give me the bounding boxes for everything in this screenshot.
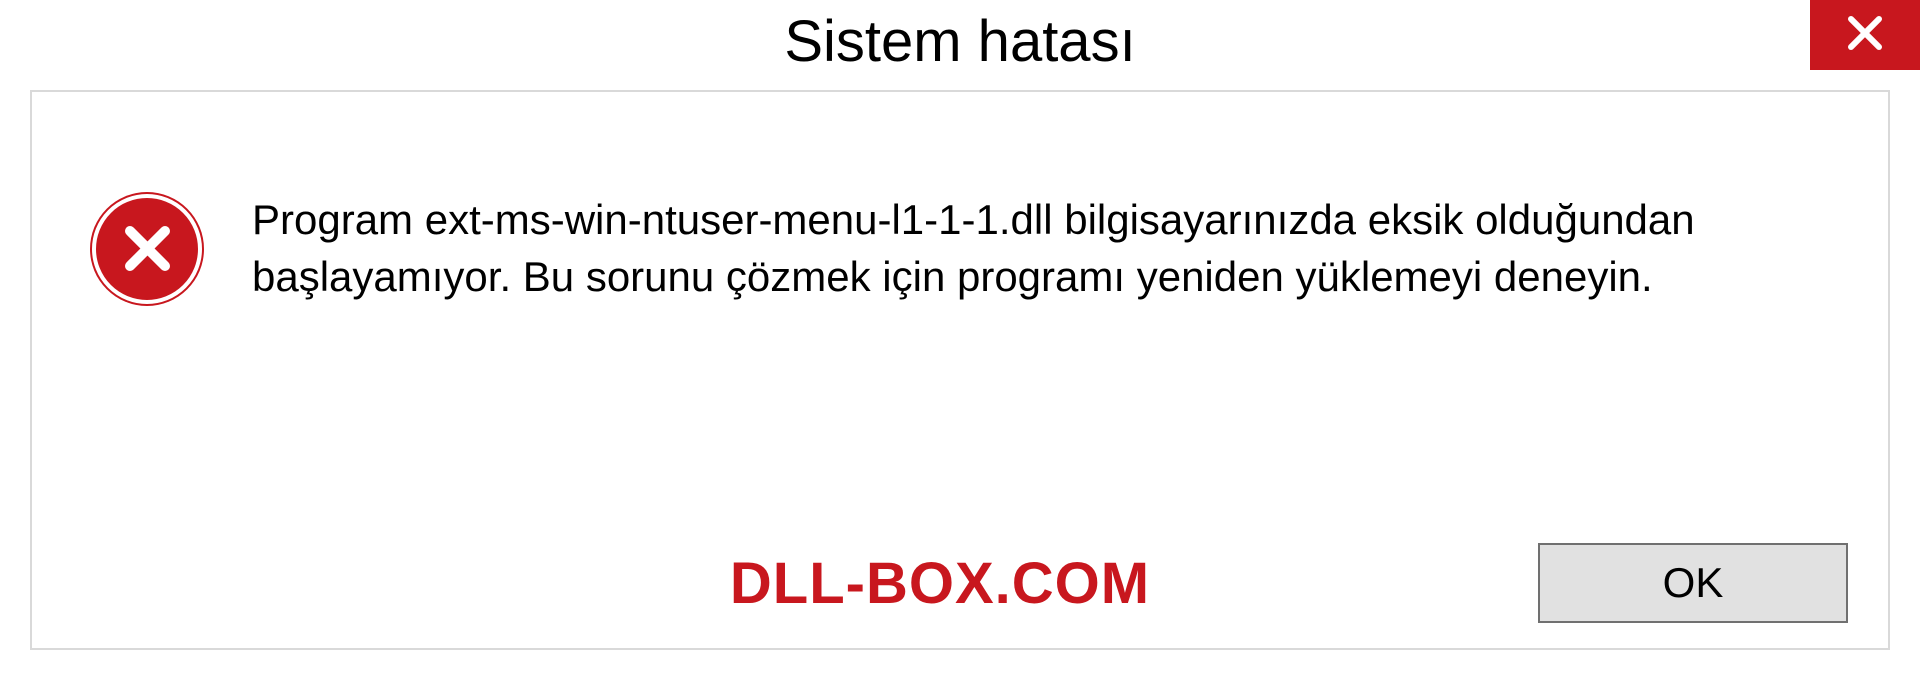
- dialog-footer: DLL-BOX.COM OK: [32, 543, 1848, 623]
- close-button[interactable]: [1810, 0, 1920, 70]
- dialog-content: Program ext-ms-win-ntuser-menu-l1-1-1.dl…: [30, 90, 1890, 650]
- dialog-title: Sistem hatası: [784, 8, 1135, 75]
- error-message: Program ext-ms-win-ntuser-menu-l1-1-1.dl…: [252, 192, 1828, 305]
- ok-button[interactable]: OK: [1538, 543, 1848, 623]
- close-icon: [1845, 13, 1885, 58]
- watermark-text: DLL-BOX.COM: [730, 550, 1150, 617]
- message-row: Program ext-ms-win-ntuser-menu-l1-1-1.dl…: [92, 192, 1828, 305]
- titlebar: Sistem hatası: [0, 0, 1920, 90]
- error-icon: [92, 194, 202, 304]
